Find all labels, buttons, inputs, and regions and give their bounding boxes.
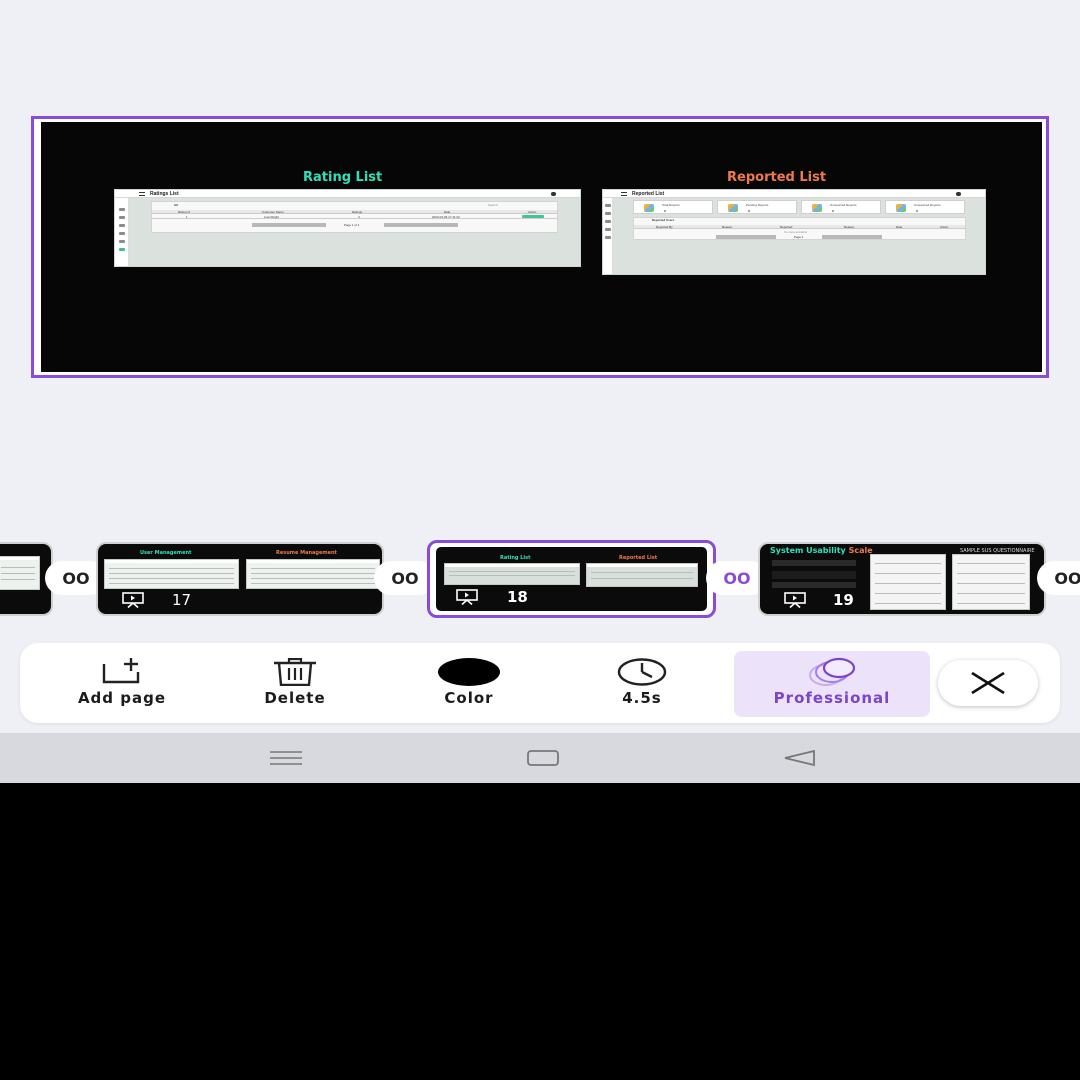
slide-heading-rating-list: Rating List <box>303 170 383 185</box>
rating-shot-table: All Search Rating Id Customer Name Ratin… <box>151 201 558 233</box>
transition-icon: OO <box>391 568 419 588</box>
transition-icon: OO <box>62 568 90 588</box>
rating-shot-title: Ratings List <box>150 191 179 197</box>
menu-icon <box>139 192 145 196</box>
close-icon <box>971 671 1005 695</box>
transition-button-19-20[interactable]: OO <box>1037 561 1080 595</box>
slide-number: 19 <box>833 591 854 609</box>
close-button[interactable] <box>938 660 1038 706</box>
duration-button[interactable]: 4.5s <box>574 643 710 723</box>
home-icon <box>527 750 559 766</box>
view-button <box>522 215 544 218</box>
system-navigation-bar <box>0 733 1080 783</box>
slide-thumbnail-19[interactable]: System Usability Scale SAMPLE SUS QUESTI… <box>758 542 1046 616</box>
presentation-icon <box>122 592 144 608</box>
avatar-icon <box>956 192 961 196</box>
add-page-button[interactable]: Add page <box>54 643 190 723</box>
home-button[interactable] <box>525 745 561 771</box>
rating-shot-sidebar <box>115 198 129 266</box>
style-icon <box>809 657 856 686</box>
slide-number: 17 <box>172 591 192 609</box>
back-button[interactable] <box>781 745 817 771</box>
slide-thumbnail-17[interactable]: User Management Resume Management 17 <box>96 542 384 616</box>
back-icon <box>784 749 815 767</box>
clock-icon <box>617 658 667 686</box>
presentation-icon <box>784 592 806 608</box>
delete-button[interactable]: Delete <box>226 643 364 723</box>
style-button[interactable]: Professional <box>734 651 930 717</box>
slide-preview[interactable]: Rating List Reported List Ratings List A… <box>31 116 1049 378</box>
reported-list-screenshot: Reported List Total Reports 0 Pending Rep… <box>602 189 986 275</box>
slideshow-editor: Rating List Reported List Ratings List A… <box>0 0 1080 733</box>
slide-heading-reported-list: Reported List <box>727 170 827 185</box>
presentation-icon <box>456 589 478 605</box>
recent-apps-button[interactable] <box>268 745 304 771</box>
rating-list-screenshot: Ratings List All Search Rating Id Custom… <box>114 189 581 267</box>
recent-apps-icon <box>270 751 302 765</box>
reported-shot-table: Reported Users Reported By Reason Report… <box>633 217 966 240</box>
transition-icon: OO <box>1054 568 1080 588</box>
slide-number: 18 <box>507 588 528 606</box>
color-button[interactable]: Color <box>400 643 538 723</box>
slide-canvas: Rating List Reported List Ratings List A… <box>41 122 1042 372</box>
avatar-icon <box>551 192 556 196</box>
color-swatch-icon <box>438 658 500 686</box>
trash-icon <box>274 658 316 686</box>
slide-thumbnail-18[interactable]: Rating List Reported List 18 <box>427 540 716 618</box>
bottom-toolbar: Add page Delete Color 4.5s Professional <box>20 643 1060 723</box>
add-page-icon <box>102 658 140 684</box>
menu-icon <box>621 192 627 196</box>
transition-icon: OO <box>723 568 751 588</box>
